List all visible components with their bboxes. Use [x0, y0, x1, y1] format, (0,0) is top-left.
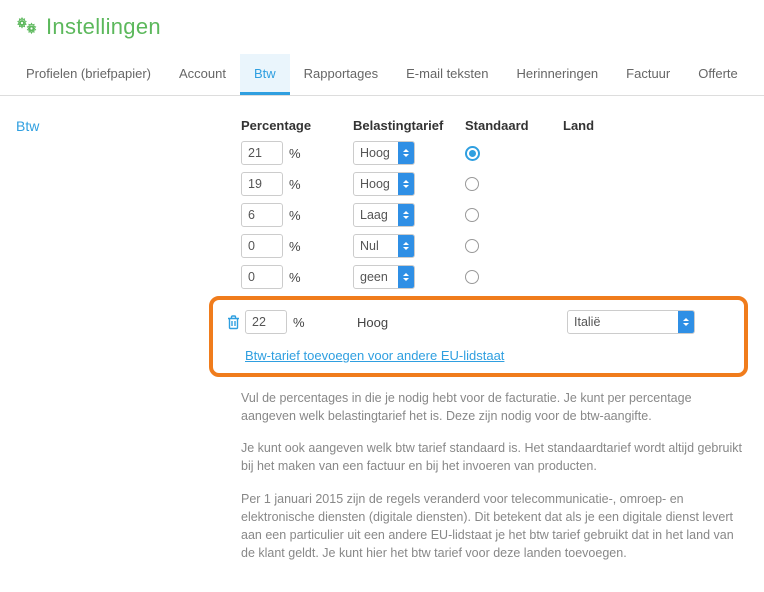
vat-row: % geen: [241, 265, 748, 289]
standard-radio[interactable]: [465, 208, 479, 222]
percent-sign: %: [289, 177, 301, 192]
add-eu-vat-link[interactable]: Btw-tarief toevoegen voor andere EU-lids…: [245, 348, 504, 363]
country-value: Italië: [574, 315, 600, 329]
select-stepper-icon: [398, 204, 414, 226]
tariff-text: Hoog: [357, 315, 469, 330]
tariff-value: Hoog: [360, 146, 390, 160]
tariff-value: Nul: [360, 239, 379, 253]
percentage-input[interactable]: [241, 234, 283, 258]
vat-row: % Hoog: [241, 172, 748, 196]
tab-betaalmoge[interactable]: Betaalmoge: [752, 54, 764, 95]
tab-offerte[interactable]: Offerte: [684, 54, 752, 95]
tab-profielen[interactable]: Profielen (briefpapier): [12, 54, 165, 95]
help-text: Vul de percentages in die je nodig hebt …: [241, 389, 748, 562]
page-header: Instellingen: [0, 0, 764, 54]
tariff-value: Hoog: [360, 177, 390, 191]
tab-account[interactable]: Account: [165, 54, 240, 95]
page-title: Instellingen: [46, 14, 161, 40]
tab-email-teksten[interactable]: E-mail teksten: [392, 54, 502, 95]
tariff-select[interactable]: Nul: [353, 234, 415, 258]
select-stepper-icon: [398, 142, 414, 164]
help-paragraph: Per 1 januari 2015 zijn de regels verand…: [241, 490, 748, 563]
tab-herinneringen[interactable]: Herinneringen: [503, 54, 613, 95]
percent-sign: %: [289, 208, 301, 223]
tariff-select[interactable]: Laag: [353, 203, 415, 227]
tabs-nav: Profielen (briefpapier) Account Btw Rapp…: [0, 54, 764, 96]
standard-radio[interactable]: [465, 239, 479, 253]
help-paragraph: Je kunt ook aangeven welk btw tarief sta…: [241, 439, 748, 475]
select-stepper-icon: [398, 266, 414, 288]
select-stepper-icon: [398, 173, 414, 195]
vat-row: % Laag: [241, 203, 748, 227]
standard-radio[interactable]: [465, 270, 479, 284]
vat-row: % Hoog: [241, 141, 748, 165]
tariff-select[interactable]: Hoog: [353, 141, 415, 165]
highlighted-region: % Hoog Italië Btw-tarief toevoegen voor …: [209, 296, 748, 377]
percent-sign: %: [293, 315, 305, 330]
tariff-value: geen: [360, 270, 388, 284]
percent-sign: %: [289, 270, 301, 285]
col-percentage: Percentage: [241, 118, 353, 133]
tab-factuur[interactable]: Factuur: [612, 54, 684, 95]
col-standard: Standaard: [465, 118, 563, 133]
section-title: Btw: [16, 118, 221, 576]
country-select[interactable]: Italië: [567, 310, 695, 334]
standard-radio[interactable]: [465, 146, 480, 161]
col-tariff: Belastingtarief: [353, 118, 465, 133]
percent-sign: %: [289, 239, 301, 254]
select-stepper-icon: [678, 311, 694, 333]
tariff-select[interactable]: Hoog: [353, 172, 415, 196]
tariff-select[interactable]: geen: [353, 265, 415, 289]
column-headers: Percentage Belastingtarief Standaard Lan…: [241, 118, 748, 133]
percentage-input[interactable]: [241, 203, 283, 227]
vat-row: % Nul: [241, 234, 748, 258]
select-stepper-icon: [398, 235, 414, 257]
tab-btw[interactable]: Btw: [240, 54, 290, 95]
help-paragraph: Vul de percentages in die je nodig hebt …: [241, 389, 748, 425]
percentage-input[interactable]: [245, 310, 287, 334]
trash-icon[interactable]: [221, 315, 245, 330]
standard-radio[interactable]: [465, 177, 479, 191]
percentage-input[interactable]: [241, 172, 283, 196]
settings-icon: [16, 17, 38, 38]
col-country: Land: [563, 118, 748, 133]
tab-rapportages[interactable]: Rapportages: [290, 54, 392, 95]
percentage-input[interactable]: [241, 265, 283, 289]
tariff-value: Laag: [360, 208, 388, 222]
percent-sign: %: [289, 146, 301, 161]
percentage-input[interactable]: [241, 141, 283, 165]
